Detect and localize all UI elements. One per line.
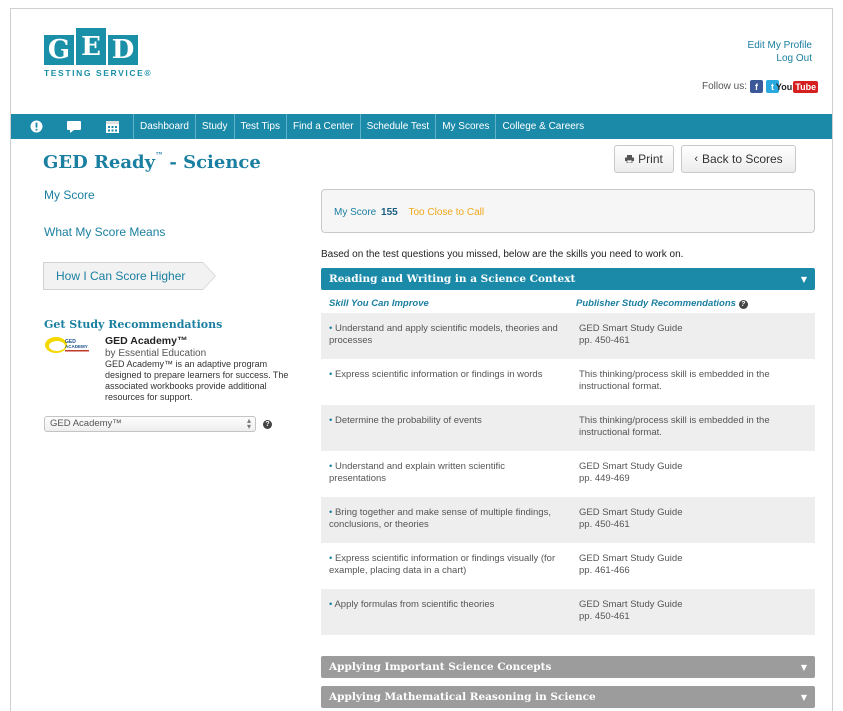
- table-row: • Determine the probability of events Thi…: [321, 405, 815, 451]
- table-header: Skill You Can Improve Publisher Study Re…: [321, 293, 815, 313]
- col-skill-header: Skill You Can Improve: [329, 298, 429, 309]
- help-icon[interactable]: ?: [263, 420, 272, 429]
- chat-icon[interactable]: [55, 114, 93, 139]
- print-label: Print: [638, 152, 663, 166]
- sidebar-score-means[interactable]: What My Score Means: [44, 225, 165, 239]
- nav-test-tips[interactable]: Test Tips: [233, 114, 286, 139]
- sidebar-my-score[interactable]: My Score: [44, 188, 95, 202]
- logo-blocks: G E D: [44, 28, 152, 65]
- table-row: • Express scientific information or find…: [321, 359, 815, 405]
- nav-find-center[interactable]: Find a Center: [285, 114, 360, 139]
- nav-college-careers[interactable]: College & Careers: [495, 114, 590, 139]
- title-tm: ™: [155, 150, 164, 160]
- skill-text: Bring together and make sense of multipl…: [329, 507, 551, 530]
- skill-cell: • Express scientific information or find…: [329, 553, 564, 577]
- page-frame: G E D TESTING SERVICE® Edit My Profile L…: [10, 8, 833, 711]
- back-label: Back to Scores: [701, 152, 783, 166]
- skill-cell: • Bring together and make sense of multi…: [329, 507, 564, 531]
- skill-cell: • Apply formulas from scientific theorie…: [329, 599, 564, 611]
- nav-schedule-test[interactable]: Schedule Test: [359, 114, 436, 139]
- skill-text: Understand and apply scientific models, …: [329, 323, 558, 346]
- table-row: • Bring together and make sense of multi…: [321, 497, 815, 543]
- score-summary: My Score 155 Too Close to Call: [321, 189, 815, 233]
- table-row: • Express scientific information or find…: [321, 543, 815, 589]
- section-title: Applying Mathematical Reasoning in Scien…: [329, 691, 596, 703]
- logo-letter-d: D: [108, 35, 138, 65]
- publisher-select[interactable]: GED Academy™ ▴ ▾: [44, 416, 256, 432]
- academy-description: GED Academy™ is an adaptive program desi…: [105, 359, 289, 402]
- nav-study[interactable]: Study: [194, 114, 234, 139]
- table-row: • Apply formulas from scientific theorie…: [321, 589, 815, 635]
- intro-text: Based on the test questions you missed, …: [321, 249, 684, 260]
- svg-text:ACADEMY: ACADEMY: [65, 344, 88, 349]
- score-label: My Score: [334, 207, 377, 218]
- skill-cell: • Understand and explain written scienti…: [329, 461, 564, 485]
- edit-profile-link[interactable]: Edit My Profile: [748, 39, 812, 52]
- skill-cell: • Express scientific information or find…: [329, 369, 564, 381]
- recommendation-cell: This thinking/process skill is embedded …: [579, 369, 770, 392]
- study-rec-title: Get Study Recommendations: [44, 318, 223, 331]
- section-science-concepts[interactable]: Applying Important Science Concepts ▼: [321, 656, 815, 678]
- title-suffix: - Science: [163, 152, 261, 173]
- recommendation-cell: This thinking/process skill is embedded …: [579, 415, 770, 438]
- score-status: Too Close to Call: [408, 207, 485, 218]
- recommendation-cell: GED Smart Study Guide pp. 449-469: [579, 461, 683, 484]
- chevron-down-icon: ▼: [800, 692, 807, 702]
- skill-cell: • Understand and apply scientific models…: [329, 323, 564, 347]
- alert-icon[interactable]: [17, 114, 55, 139]
- follow-us: Follow us: f t You Tube: [701, 80, 819, 93]
- nav-dashboard[interactable]: Dashboard: [133, 114, 195, 139]
- section-reading-writing[interactable]: Reading and Writing in a Science Context…: [321, 268, 815, 290]
- ged-logo[interactable]: G E D TESTING SERVICE®: [44, 28, 152, 78]
- section-title: Reading and Writing in a Science Context: [329, 273, 576, 285]
- section-title: Applying Important Science Concepts: [329, 661, 552, 673]
- printer-icon: [625, 155, 635, 163]
- nav-my-scores[interactable]: My Scores: [435, 114, 495, 139]
- skill-text: Understand and explain written scientifi…: [329, 461, 506, 484]
- back-to-scores-button[interactable]: ‹ Back to Scores: [681, 145, 796, 173]
- logout-link[interactable]: Log Out: [748, 52, 812, 65]
- title-main: GED Ready: [43, 152, 156, 173]
- chevron-left-icon: ‹: [694, 153, 698, 165]
- page-title: GED Ready™ - Science: [43, 150, 261, 173]
- table-row: • Understand and explain written scienti…: [321, 451, 815, 497]
- calendar-icon[interactable]: [93, 114, 131, 139]
- ged-academy-logo: GED ACADEMY: [45, 337, 89, 353]
- academy-name: GED Academy™: [105, 335, 188, 347]
- logo-letter-e: E: [76, 28, 106, 65]
- col-recommendations-header: Publisher Study Recommendations ?: [576, 298, 748, 309]
- skills-table: • Understand and apply scientific models…: [321, 313, 815, 635]
- recommendation-cell: GED Smart Study Guide pp. 461-466: [579, 553, 683, 576]
- recommendation-cell: GED Smart Study Guide pp. 450-461: [579, 323, 683, 346]
- main-nav: Dashboard Study Test Tips Find a Center …: [11, 114, 832, 139]
- help-icon[interactable]: ?: [738, 300, 748, 309]
- sidebar-score-higher[interactable]: How I Can Score Higher: [43, 262, 216, 290]
- select-value: GED Academy™: [50, 418, 122, 429]
- select-arrows-icon: ▴ ▾: [246, 416, 251, 431]
- youtube-icon[interactable]: You Tube: [776, 80, 819, 93]
- recommendation-cell: GED Smart Study Guide pp. 450-461: [579, 507, 683, 530]
- academy-publisher: by Essential Education: [105, 348, 207, 359]
- logo-letter-g: G: [44, 35, 74, 65]
- skill-cell: • Determine the probability of events: [329, 415, 564, 427]
- account-links: Edit My Profile Log Out: [748, 39, 812, 65]
- print-button[interactable]: Print: [614, 145, 674, 173]
- chevron-down-icon: ▼: [800, 274, 807, 284]
- table-row: • Understand and apply scientific models…: [321, 313, 815, 359]
- follow-label: Follow us:: [701, 81, 747, 92]
- chevron-down-icon: ▼: [800, 662, 807, 672]
- skill-text: Express scientific information or findin…: [329, 553, 556, 576]
- site-header: G E D TESTING SERVICE® Edit My Profile L…: [11, 9, 832, 114]
- skill-text: Apply formulas from scientific theories: [334, 599, 495, 610]
- logo-subtitle: TESTING SERVICE®: [44, 68, 153, 78]
- skill-text: Determine the probability of events: [334, 415, 482, 426]
- skill-text: Express scientific information or findin…: [334, 369, 543, 380]
- section-math-reasoning[interactable]: Applying Mathematical Reasoning in Scien…: [321, 686, 815, 708]
- score-value: 155: [381, 207, 398, 218]
- recommendation-cell: GED Smart Study Guide pp. 450-461: [579, 599, 683, 622]
- facebook-icon[interactable]: f: [750, 80, 763, 93]
